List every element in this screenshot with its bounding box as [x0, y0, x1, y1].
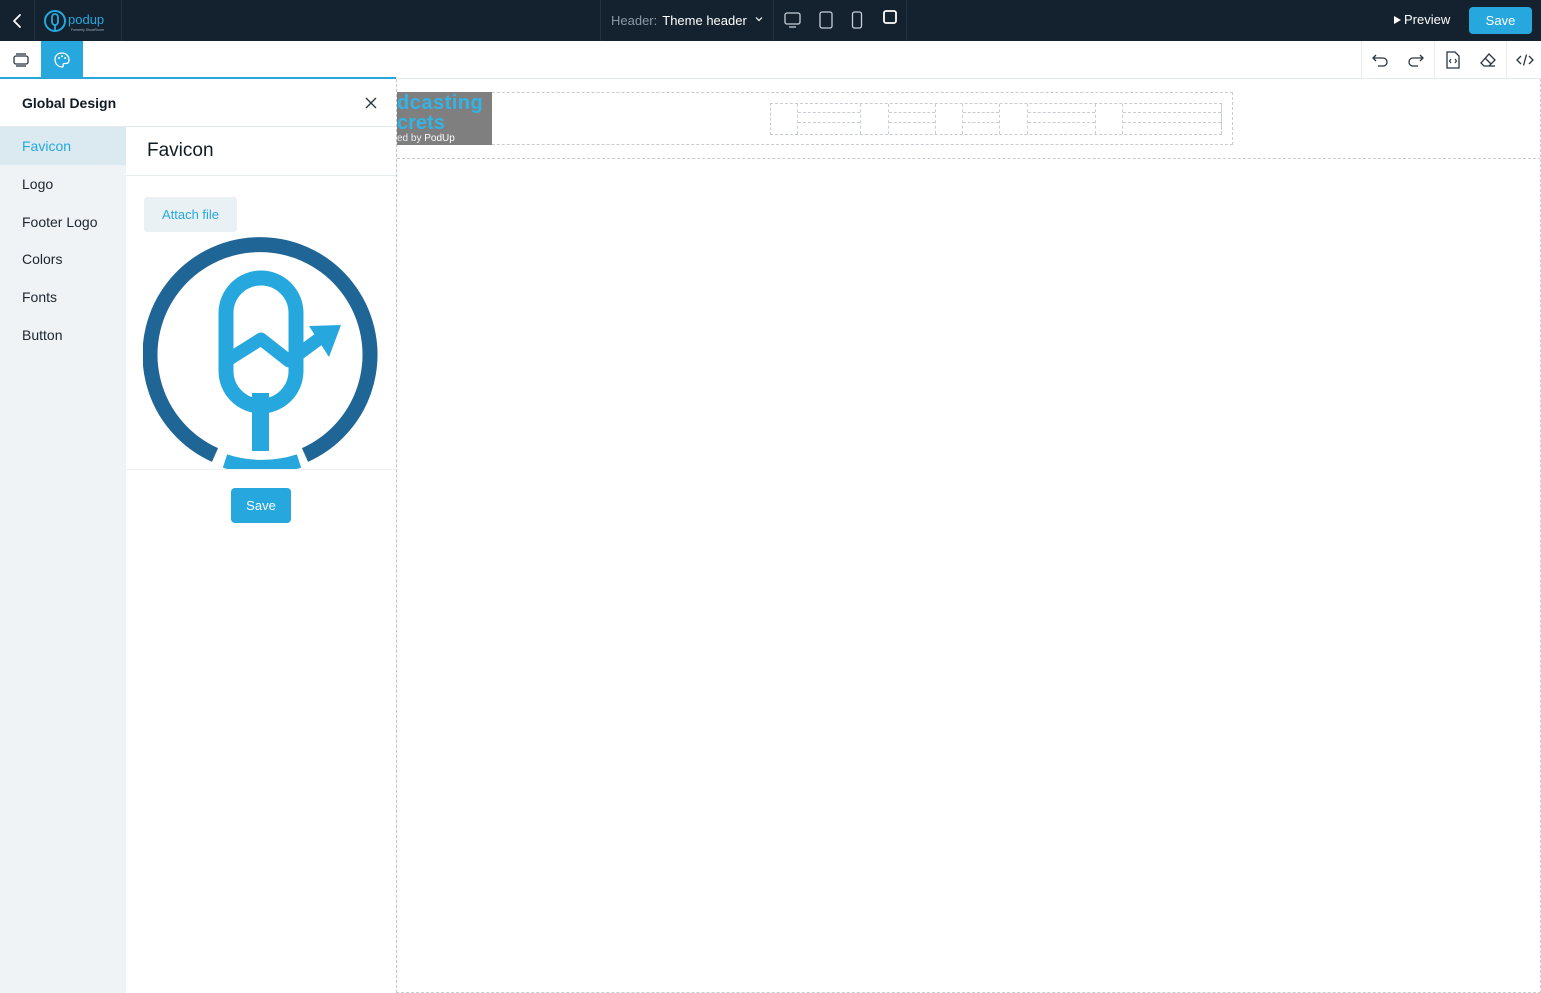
canvas-header-section[interactable]: dcasting crets ed by PodUp [397, 79, 1540, 159]
header-select[interactable]: Header: Theme header [600, 0, 774, 41]
divider [126, 469, 396, 470]
nav-item-colors[interactable]: Colors [0, 240, 126, 278]
section-title: Favicon [147, 140, 214, 161]
chevron-left-icon [13, 13, 21, 28]
play-icon [1394, 15, 1401, 24]
code-button[interactable] [1506, 41, 1541, 78]
editor-actions [1361, 41, 1541, 78]
desktop-icon[interactable] [784, 11, 801, 29]
undo-button[interactable] [1362, 41, 1398, 78]
save-button[interactable]: Save [1469, 7, 1532, 34]
canvas-logo-line2: crets [397, 112, 445, 134]
header-select-label: Header: [611, 13, 658, 28]
editor-canvas[interactable]: dcasting crets ed by PodUp [396, 79, 1541, 993]
favicon-section: Favicon Attach file Save [126, 127, 396, 993]
canvas-menu-item[interactable] [888, 104, 936, 134]
close-icon[interactable] [362, 94, 380, 112]
tablet-landscape-icon[interactable] [819, 11, 833, 29]
redo-icon [1408, 54, 1424, 67]
svg-text:Formerly ShowRoom: Formerly ShowRoom [71, 28, 104, 32]
svg-text:podup: podup [68, 12, 104, 27]
preview-label: Preview [1404, 12, 1451, 27]
canvas-menu-item[interactable] [797, 104, 861, 134]
device-switcher [774, 0, 907, 41]
global-design-button[interactable] [41, 41, 83, 78]
clear-button[interactable] [1470, 41, 1506, 78]
nav-item-button[interactable]: Button [0, 316, 126, 354]
podup-logo-icon: podup Formerly ShowRoom [44, 9, 104, 32]
header-select-value: Theme header [662, 13, 747, 28]
redo-button[interactable] [1398, 41, 1434, 78]
panel-title: Global Design [22, 95, 117, 111]
nav-item-fonts[interactable]: Fonts [0, 278, 126, 316]
undo-icon [1372, 54, 1388, 67]
nav-item-footer-logo[interactable]: Footer Logo [0, 203, 126, 241]
nav-item-logo[interactable]: Logo [0, 165, 126, 203]
top-bar: podup Formerly ShowRoom Header: Theme he… [0, 0, 1541, 41]
canvas-site-logo[interactable]: dcasting crets ed by PodUp [397, 92, 492, 145]
layers-icon [12, 52, 29, 67]
editor-toolbar [0, 41, 1541, 79]
attach-file-button[interactable]: Attach file [144, 197, 237, 232]
chevron-down-icon [755, 17, 763, 22]
canvas-menu-item[interactable] [962, 104, 1000, 134]
panel-nav: Favicon Logo Footer Logo Colors Fonts Bu… [0, 127, 126, 993]
palette-icon [54, 51, 70, 68]
export-button[interactable] [1434, 41, 1470, 78]
canvas-menu-item[interactable] [1027, 104, 1096, 134]
divider [126, 175, 396, 176]
app-logo[interactable]: podup Formerly ShowRoom [35, 0, 122, 41]
canvas-menu-item[interactable] [1122, 104, 1222, 134]
export-icon [1445, 50, 1460, 69]
global-design-panel: Global Design Favicon Logo Footer Logo C… [0, 79, 396, 993]
save-favicon-button[interactable]: Save [231, 488, 291, 523]
canvas-logo-line3: ed by PodUp [397, 133, 455, 144]
canvas-nav-menu[interactable] [770, 103, 1222, 135]
layers-button[interactable] [0, 41, 41, 78]
preview-button[interactable]: Preview [1394, 12, 1450, 27]
favicon-preview-image [143, 237, 378, 469]
panel-header: Global Design [0, 79, 396, 127]
eraser-icon [1480, 52, 1496, 67]
mobile-icon[interactable] [883, 10, 897, 24]
back-button[interactable] [0, 0, 35, 41]
code-icon [1515, 53, 1534, 66]
tablet-portrait-icon[interactable] [851, 11, 863, 29]
nav-item-favicon[interactable]: Favicon [0, 127, 126, 165]
